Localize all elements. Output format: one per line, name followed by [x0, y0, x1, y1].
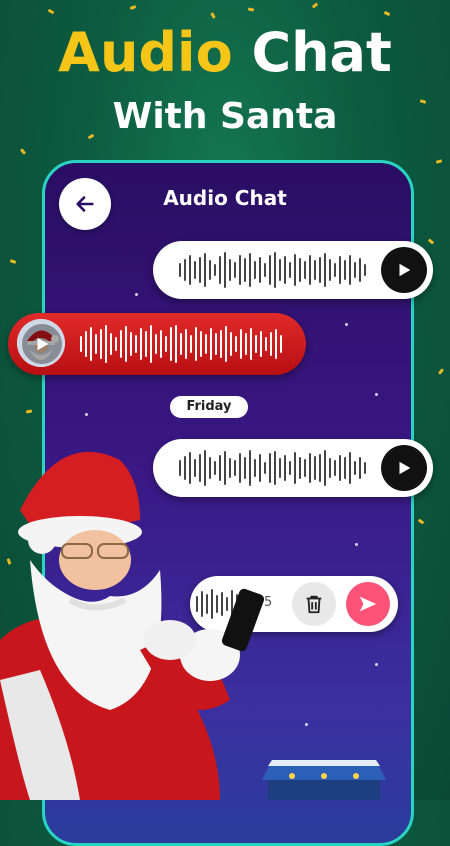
- back-button[interactable]: [59, 178, 111, 230]
- subheadline: With Santa: [112, 96, 338, 137]
- day-separator: Friday: [170, 396, 248, 418]
- play-icon: [399, 263, 411, 277]
- send-button[interactable]: [346, 582, 390, 626]
- send-icon: [359, 596, 377, 612]
- play-button[interactable]: [381, 247, 427, 293]
- screen-title: Audio Chat: [163, 186, 287, 210]
- headline: Audio Chat: [0, 18, 450, 88]
- waveform: [80, 324, 282, 364]
- headline-part1: Audio: [58, 21, 233, 84]
- play-button[interactable]: [22, 324, 62, 364]
- santa-illustration: [0, 451, 265, 800]
- arrow-left-icon: [76, 196, 94, 212]
- play-button[interactable]: [381, 445, 427, 491]
- audio-message-sent[interactable]: [153, 241, 433, 299]
- waveform: [179, 250, 366, 290]
- audio-message-received[interactable]: [8, 313, 306, 375]
- headline-part2: Chat: [251, 21, 392, 84]
- play-icon: [37, 337, 49, 351]
- play-icon: [399, 461, 411, 475]
- trash-icon: [306, 595, 322, 614]
